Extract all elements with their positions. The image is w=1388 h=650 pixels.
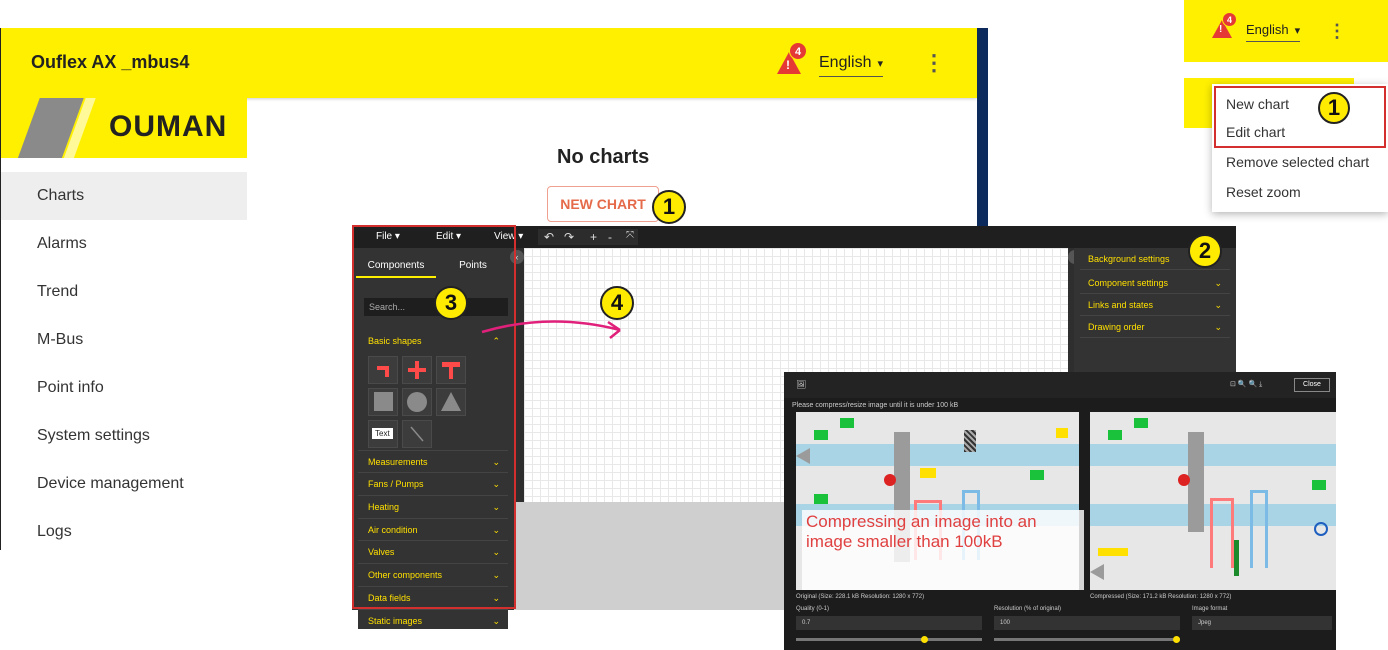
step-1-marker-menu: 1 — [1318, 92, 1350, 124]
menu-language-select[interactable]: English ▾ — [1246, 22, 1301, 42]
step-1-marker: 1 — [652, 190, 686, 224]
green-indicator — [814, 494, 828, 504]
compress-caption: Compressing an image into an image small… — [802, 510, 1084, 590]
green-indicator — [1312, 480, 1326, 490]
new-chart-button[interactable]: NEW CHART — [547, 186, 659, 222]
format-label: Image format — [1192, 606, 1228, 612]
level-bar — [1234, 540, 1239, 576]
chevron-down-icon: ⌄ — [1214, 300, 1222, 310]
section-label: Drawing order — [1088, 322, 1145, 332]
alarm-count-badge: 4 — [789, 42, 807, 60]
supply-duct — [1090, 444, 1336, 466]
drag-arrow — [481, 320, 621, 339]
menu-highlight-box — [1214, 86, 1386, 148]
warning-mark: ! — [1219, 24, 1223, 35]
more-menu-icon[interactable]: ⋮ — [923, 52, 945, 74]
sidebar: OUMAN Charts Alarms Trend M-Bus Point in… — [1, 98, 247, 550]
language-select[interactable]: English ▾ — [819, 54, 884, 77]
step-3-marker: 3 — [434, 286, 468, 320]
green-indicator — [1134, 418, 1148, 428]
format-select[interactable]: Jpeg — [1192, 616, 1332, 630]
nav-item-mbus[interactable]: M-Bus — [1, 316, 247, 364]
app-topbar: Ouflex AX _mbus4 ! 4 English ▾ ⋮ — [1, 28, 977, 98]
filter-icon — [964, 430, 976, 452]
nav-item-point-info[interactable]: Point info — [1, 364, 247, 412]
logo-text: OUMAN — [109, 110, 228, 143]
airflow-arrow-icon — [796, 448, 810, 464]
section-links-and-states[interactable]: Links and states ⌄ — [1080, 294, 1230, 316]
compress-dialog-header: 🖼 ⊡ 🔍 🔍 ⤓ Close — [784, 372, 1336, 398]
caret-down-icon: ▾ — [877, 58, 884, 70]
alarm-count-badge: 4 — [1222, 12, 1237, 27]
quality-slider-knob[interactable] — [921, 636, 929, 643]
compressed-image-info: Compressed (Size: 171.2 kB Resolution: 1… — [1090, 594, 1232, 600]
heater-icon — [884, 474, 896, 486]
chart-menu-crop: ! 4 English ▾ ⋮ New chart Edit chart Remo… — [1184, 0, 1388, 218]
ouman-logo: OUMAN — [1, 98, 247, 158]
empty-state-title: No charts — [557, 146, 650, 168]
pump-icon — [1314, 522, 1328, 536]
yellow-indicator — [1056, 428, 1068, 438]
fit-icon[interactable]: ⤧ — [626, 230, 634, 241]
original-image-info: Original (Size: 228.1 kB Resolution: 128… — [796, 594, 925, 600]
redo-icon[interactable]: ↷ — [564, 230, 574, 244]
yellow-indicator — [920, 468, 936, 478]
more-menu-icon[interactable]: ⋮ — [1328, 22, 1346, 40]
zoom-in-icon[interactable]: + — [590, 230, 597, 244]
section-label: Links and states — [1088, 300, 1154, 310]
menu-alarm-indicator[interactable]: ! 4 — [1212, 12, 1237, 38]
nav-item-trend[interactable]: Trend — [1, 268, 247, 316]
quality-input[interactable]: 0.7 — [796, 616, 982, 630]
quality-label: Quality (0-1) — [796, 606, 830, 612]
green-indicator — [814, 430, 828, 440]
heater-icon — [1178, 474, 1190, 486]
resolution-label: Resolution (% of original) — [994, 606, 1062, 612]
compress-instructions: Please compress/resize image until it is… — [792, 402, 959, 409]
zoom-out-icon[interactable]: - — [608, 230, 612, 244]
section-static-images[interactable]: Static images ⌄ — [358, 609, 508, 629]
nav-item-alarms[interactable]: Alarms — [1, 220, 247, 268]
cooling-pipe — [1250, 490, 1268, 568]
quality-slider[interactable] — [796, 636, 982, 643]
warning-mark: ! — [786, 58, 790, 72]
resolution-slider-knob[interactable] — [1173, 636, 1180, 643]
chevron-down-icon: ⌄ — [1214, 322, 1222, 332]
language-label: English — [1246, 22, 1289, 37]
menu-item-reset-zoom[interactable]: Reset zoom — [1226, 184, 1301, 200]
resolution-input[interactable]: 100 — [994, 616, 1180, 630]
compress-image-dialog: 🖼 ⊡ 🔍 🔍 ⤓ Close Please compress/resize i… — [784, 372, 1336, 650]
nav-item-system-settings[interactable]: System settings — [1, 412, 247, 460]
heating-pipe — [1210, 498, 1234, 568]
resolution-slider[interactable] — [994, 636, 1180, 643]
step-2-marker: 2 — [1188, 234, 1222, 268]
components-panel-highlight — [352, 225, 516, 609]
compressed-image-preview — [1090, 412, 1336, 590]
heat-exchanger — [1188, 432, 1204, 532]
close-button[interactable]: Close — [1294, 378, 1330, 392]
section-label: Static images — [368, 616, 423, 626]
app-title: Ouflex AX _mbus4 — [31, 52, 190, 72]
caret-down-icon: ▾ — [1294, 25, 1301, 37]
view-tools-icons[interactable]: ⊡ 🔍 🔍 ⤓ — [1230, 380, 1262, 389]
green-indicator — [1030, 470, 1044, 480]
section-label: Component settings — [1088, 278, 1169, 288]
chevron-down-icon: ⌄ — [1214, 278, 1222, 288]
alarm-indicator[interactable]: ! 4 — [777, 42, 807, 74]
undo-icon[interactable]: ↶ — [544, 230, 554, 244]
green-indicator — [1108, 430, 1122, 440]
menu-crop-topbar: ! 4 English ▾ ⋮ — [1184, 0, 1388, 62]
nav-item-charts[interactable]: Charts — [1, 172, 247, 220]
language-label: English — [819, 54, 872, 71]
menu-item-remove-selected-chart[interactable]: Remove selected chart — [1226, 154, 1369, 170]
section-drawing-order[interactable]: Drawing order ⌄ — [1080, 316, 1230, 338]
image-icon: 🖼 — [796, 380, 807, 389]
airflow-arrow-icon — [1090, 564, 1104, 580]
supply-duct — [796, 444, 1079, 466]
chevron-down-icon: ⌄ — [492, 616, 500, 626]
section-component-settings[interactable]: Component settings ⌄ — [1080, 272, 1230, 294]
yellow-indicator — [1098, 548, 1128, 556]
green-indicator — [840, 418, 854, 428]
nav-item-logs[interactable]: Logs — [1, 508, 247, 550]
nav-item-device-management[interactable]: Device management — [1, 460, 247, 508]
